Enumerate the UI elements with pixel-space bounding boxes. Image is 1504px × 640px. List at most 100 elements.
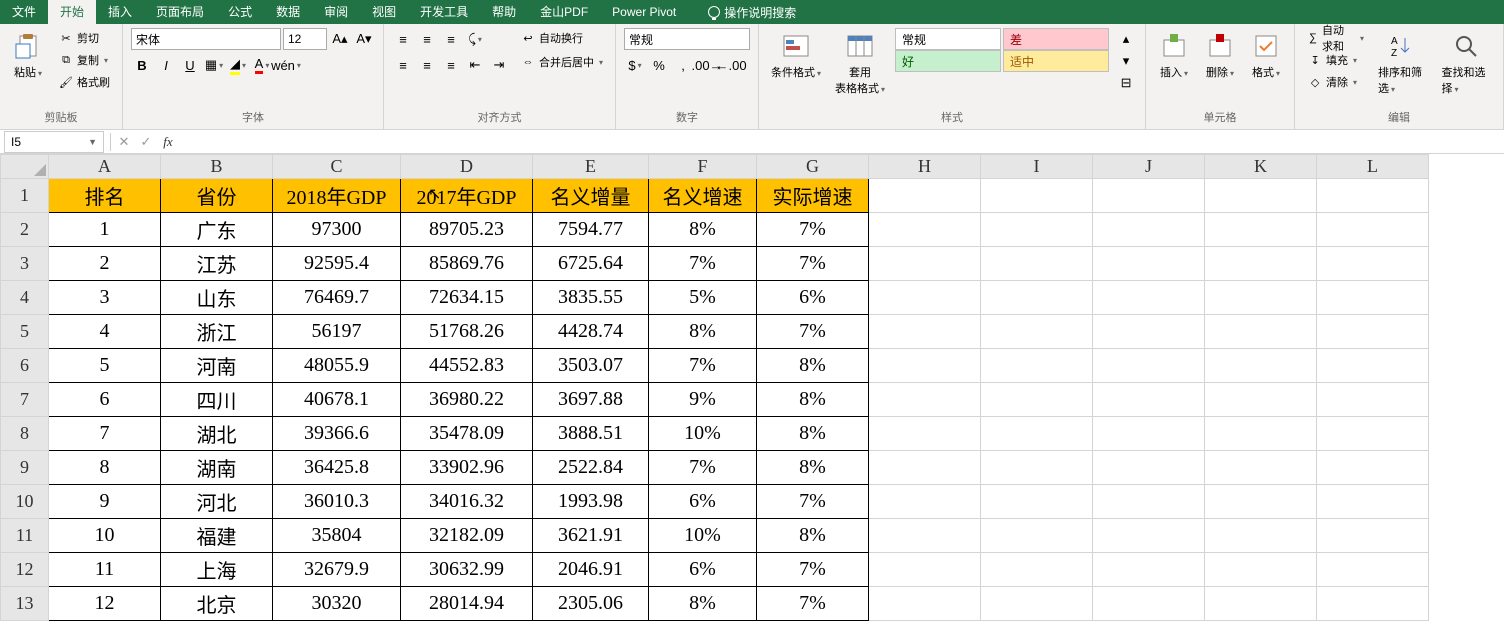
- cell[interactable]: 6%: [649, 553, 757, 587]
- cell[interactable]: 44552.83: [401, 349, 533, 383]
- cell[interactable]: 8%: [757, 519, 869, 553]
- decrease-font-button[interactable]: A▾: [353, 28, 375, 50]
- styles-more[interactable]: ⊟: [1115, 72, 1137, 94]
- row-header[interactable]: 6: [1, 349, 49, 383]
- cell[interactable]: 5%: [649, 281, 757, 315]
- cell[interactable]: 9: [49, 485, 161, 519]
- decrease-decimal-button[interactable]: ←.00: [720, 54, 742, 76]
- enter-formula-button[interactable]: ✓: [135, 131, 157, 153]
- cell[interactable]: [981, 417, 1093, 451]
- increase-font-button[interactable]: A▴: [329, 28, 351, 50]
- menu-tab-data[interactable]: 数据: [264, 0, 312, 24]
- cell[interactable]: [1093, 281, 1205, 315]
- cell[interactable]: 9%: [649, 383, 757, 417]
- cell[interactable]: [1317, 451, 1429, 485]
- cell[interactable]: 34016.32: [401, 485, 533, 519]
- cell[interactable]: [1205, 315, 1317, 349]
- cell[interactable]: [1205, 179, 1317, 213]
- cell[interactable]: 12: [49, 587, 161, 621]
- cell[interactable]: 11: [49, 553, 161, 587]
- find-select-button[interactable]: 查找和选择: [1437, 28, 1495, 98]
- cell[interactable]: [1093, 553, 1205, 587]
- cell[interactable]: 福建: [161, 519, 273, 553]
- cell[interactable]: 7%: [757, 587, 869, 621]
- cell[interactable]: [1205, 519, 1317, 553]
- cell[interactable]: 10%: [649, 417, 757, 451]
- cell[interactable]: 7%: [757, 315, 869, 349]
- font-name-combo[interactable]: [131, 28, 281, 50]
- cell[interactable]: 2017年GDP: [401, 179, 533, 213]
- cell[interactable]: [869, 213, 981, 247]
- tell-me-search[interactable]: 操作说明搜索: [708, 4, 796, 21]
- cell[interactable]: [1205, 587, 1317, 621]
- cell[interactable]: 名义增量: [533, 179, 649, 213]
- cell[interactable]: 7%: [649, 451, 757, 485]
- cell[interactable]: [869, 179, 981, 213]
- cell[interactable]: [869, 553, 981, 587]
- cell[interactable]: 6%: [757, 281, 869, 315]
- cell[interactable]: 36010.3: [273, 485, 401, 519]
- column-header[interactable]: D: [401, 155, 533, 179]
- cell[interactable]: [1317, 213, 1429, 247]
- cell[interactable]: 8%: [757, 349, 869, 383]
- cell[interactable]: 湖北: [161, 417, 273, 451]
- cell[interactable]: 3835.55: [533, 281, 649, 315]
- cell[interactable]: 3: [49, 281, 161, 315]
- column-header[interactable]: G: [757, 155, 869, 179]
- cell[interactable]: 排名: [49, 179, 161, 213]
- cell[interactable]: 92595.4: [273, 247, 401, 281]
- fill-color-button[interactable]: ◢: [227, 54, 249, 76]
- table-format-button[interactable]: 套用 表格格式: [831, 28, 889, 98]
- cell[interactable]: 8: [49, 451, 161, 485]
- orientation-button[interactable]: ⤹: [464, 28, 486, 50]
- clear-button[interactable]: ◇ 清除: [1303, 72, 1368, 92]
- cell[interactable]: [1205, 485, 1317, 519]
- cell[interactable]: 8%: [757, 451, 869, 485]
- menu-tab-powerpivot[interactable]: Power Pivot: [600, 0, 688, 24]
- row-header[interactable]: 13: [1, 587, 49, 621]
- cell[interactable]: 76469.7: [273, 281, 401, 315]
- cell[interactable]: [981, 349, 1093, 383]
- cell[interactable]: 名义增速: [649, 179, 757, 213]
- cell[interactable]: [1205, 451, 1317, 485]
- cell[interactable]: 8%: [649, 315, 757, 349]
- column-header[interactable]: L: [1317, 155, 1429, 179]
- cell[interactable]: 72634.15: [401, 281, 533, 315]
- cell[interactable]: 广东: [161, 213, 273, 247]
- cell[interactable]: [1205, 417, 1317, 451]
- font-color-button[interactable]: A: [251, 54, 273, 76]
- menu-tab-home[interactable]: 开始: [48, 0, 96, 24]
- cell[interactable]: 7594.77: [533, 213, 649, 247]
- cell[interactable]: 7%: [757, 213, 869, 247]
- cell[interactable]: [1093, 383, 1205, 417]
- cell[interactable]: [1093, 485, 1205, 519]
- cell[interactable]: 51768.26: [401, 315, 533, 349]
- cell-style-good[interactable]: 好: [895, 50, 1001, 72]
- cell[interactable]: [1205, 349, 1317, 383]
- cell[interactable]: 3697.88: [533, 383, 649, 417]
- row-header[interactable]: 5: [1, 315, 49, 349]
- row-header[interactable]: 8: [1, 417, 49, 451]
- column-header[interactable]: F: [649, 155, 757, 179]
- menu-tab-file[interactable]: 文件: [0, 0, 48, 24]
- menu-tab-help[interactable]: 帮助: [480, 0, 528, 24]
- number-format-combo[interactable]: [624, 28, 750, 50]
- insert-cells-button[interactable]: 插入: [1154, 28, 1194, 82]
- cell[interactable]: [1205, 281, 1317, 315]
- cell[interactable]: [1093, 349, 1205, 383]
- row-header[interactable]: 4: [1, 281, 49, 315]
- column-header[interactable]: B: [161, 155, 273, 179]
- format-cells-button[interactable]: 格式: [1246, 28, 1286, 82]
- sort-filter-button[interactable]: AZ 排序和筛选: [1374, 28, 1432, 98]
- cell[interactable]: [869, 485, 981, 519]
- align-center-button[interactable]: ≡: [416, 54, 438, 76]
- wrap-text-button[interactable]: ↩ 自动换行: [516, 28, 607, 48]
- cell[interactable]: 4428.74: [533, 315, 649, 349]
- menu-tab-devtools[interactable]: 开发工具: [408, 0, 480, 24]
- cell[interactable]: 7: [49, 417, 161, 451]
- menu-tab-formulas[interactable]: 公式: [216, 0, 264, 24]
- cell[interactable]: [869, 349, 981, 383]
- percent-format-button[interactable]: %: [648, 54, 670, 76]
- row-header[interactable]: 12: [1, 553, 49, 587]
- cell[interactable]: [1205, 247, 1317, 281]
